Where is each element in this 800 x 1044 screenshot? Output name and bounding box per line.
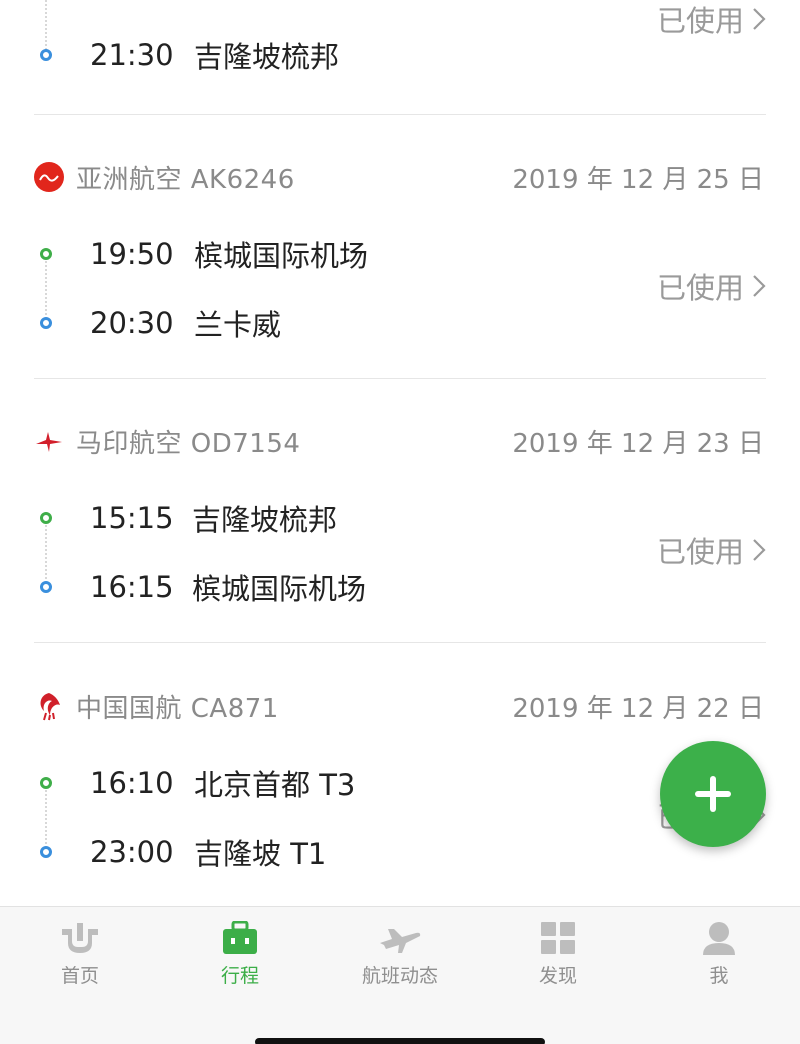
departure-airport: 吉隆坡梳邦 (192, 503, 338, 537)
chevron-right-icon (753, 275, 766, 297)
status-label: 已使用 (656, 271, 744, 305)
malindo-logo (34, 426, 64, 456)
tab-trips[interactable]: 行程 (180, 921, 300, 988)
arrival-time: 20:30 (90, 306, 174, 340)
divider (34, 642, 766, 643)
departure-row: 15:15 吉隆坡梳邦 (40, 497, 337, 539)
trip-header: 中国国航 CA871 2019 年 12 月 22 日 (34, 686, 764, 726)
arrival-time: 21:30 (90, 38, 174, 72)
arrival-time: 23:00 (90, 835, 174, 869)
airline-flight: 中国国航 CA871 (76, 693, 279, 724)
status-label: 已使用 (656, 535, 744, 569)
plus-icon (695, 776, 731, 812)
trip-date: 2019 年 12 月 22 日 (512, 693, 764, 724)
tab-label: 我 (709, 965, 729, 987)
divider (34, 114, 766, 115)
bottom-tab-bar: 首页 行程 航班动态 发现 我 (0, 906, 800, 1044)
trip-card[interactable]: 马印航空 OD7154 2019 年 12 月 23 日 15:15 吉隆坡梳邦… (0, 421, 800, 643)
status-link[interactable]: 已使用 (657, 265, 766, 307)
arrival-dot (40, 846, 52, 858)
air-china-logo (34, 691, 64, 721)
tab-discover[interactable]: 发现 (498, 921, 618, 988)
arrival-time: 16:15 (90, 570, 174, 604)
arrival-dot (40, 317, 52, 329)
trip-header: 亚洲航空 AK6246 2019 年 12 月 25 日 (34, 157, 764, 197)
arrival-row: 21:30 吉隆坡梳邦 (40, 34, 339, 76)
tab-label: 发现 (538, 965, 577, 987)
departure-airport: 北京首都 T3 (194, 768, 356, 802)
airasia-logo (34, 162, 64, 192)
tab-me[interactable]: 我 (659, 921, 779, 988)
arrival-airport: 兰卡威 (194, 308, 282, 342)
trip-header: 马印航空 OD7154 2019 年 12 月 23 日 (34, 421, 764, 461)
tab-home[interactable]: 首页 (20, 921, 140, 988)
add-trip-button[interactable] (660, 741, 766, 847)
arrival-dot (40, 581, 52, 593)
airline-flight: 亚洲航空 AK6246 (76, 164, 295, 195)
arrival-row: 16:15 槟城国际机场 (40, 566, 366, 608)
home-indicator (255, 1038, 545, 1044)
grid-icon (541, 922, 575, 954)
departure-airport: 槟城国际机场 (194, 239, 369, 273)
departure-time: 19:50 (90, 237, 174, 271)
departure-time: 15:15 (90, 501, 174, 535)
briefcase-icon (223, 921, 257, 954)
plane-icon (380, 929, 421, 953)
arrival-dot (40, 49, 52, 61)
trip-card[interactable]: 亚洲航空 AK6246 2019 年 12 月 25 日 19:50 槟城国际机… (0, 157, 800, 379)
tab-label: 首页 (60, 965, 99, 987)
person-icon (703, 922, 735, 955)
trip-date: 2019 年 12 月 23 日 (512, 428, 764, 459)
tab-label: 航班动态 (361, 965, 438, 987)
departure-row: 16:10 北京首都 T3 (40, 762, 355, 804)
arrival-airport: 吉隆坡梳邦 (194, 40, 340, 74)
departure-dot (40, 777, 52, 789)
trip-card[interactable]: 21:30 吉隆坡梳邦 已使用 (0, 0, 800, 115)
divider (34, 378, 766, 379)
status-link[interactable]: 已使用 (657, 529, 766, 571)
trip-date: 2019 年 12 月 25 日 (512, 164, 764, 195)
status-link[interactable]: 已使用 (657, 0, 766, 40)
home-icon (62, 923, 98, 953)
tab-flight-status[interactable]: 航班动态 (340, 921, 460, 988)
departure-row: 19:50 槟城国际机场 (40, 233, 368, 275)
arrival-airport: 吉隆坡 T1 (194, 837, 327, 871)
departure-time: 16:10 (90, 766, 174, 800)
arrival-row: 23:00 吉隆坡 T1 (40, 831, 326, 873)
chevron-right-icon (753, 8, 766, 30)
departure-dot (40, 512, 52, 524)
status-label: 已使用 (656, 4, 744, 38)
airline-flight: 马印航空 OD7154 (76, 428, 301, 459)
chevron-right-icon (753, 539, 766, 561)
arrival-row: 20:30 兰卡威 (40, 302, 281, 344)
departure-dot (40, 248, 52, 260)
arrival-airport: 槟城国际机场 (192, 572, 367, 606)
tab-label: 行程 (220, 965, 259, 987)
